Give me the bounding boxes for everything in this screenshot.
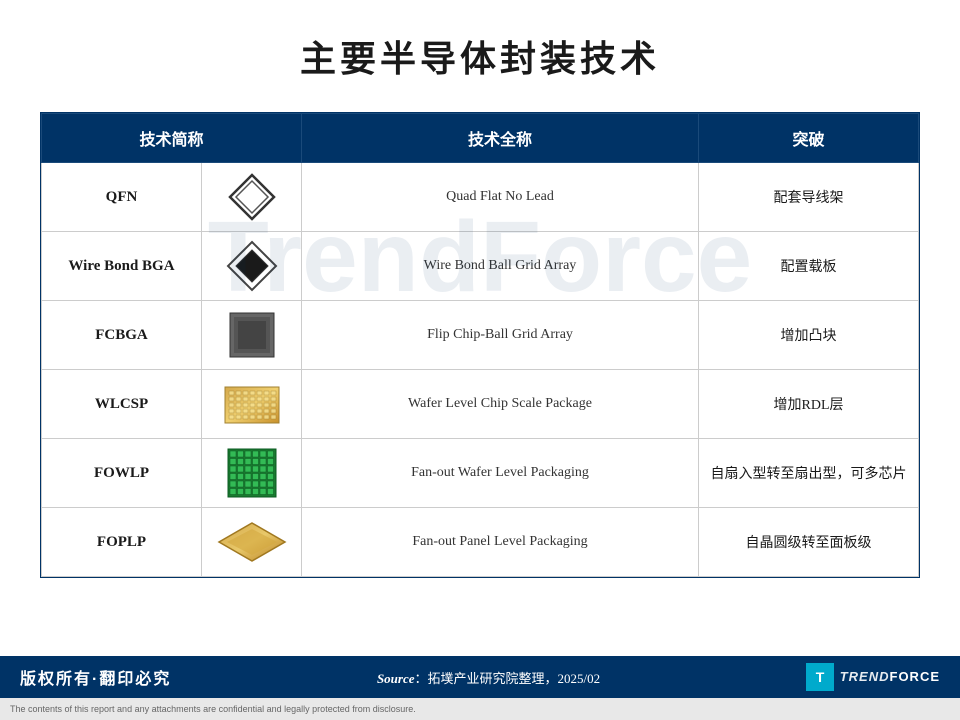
table-row: FOWLP Fan-out Wafer Level Packaging自扇入型转… <box>42 439 919 508</box>
disclaimer-text: The contents of this report and any atta… <box>10 704 416 714</box>
footer-copyright: 版权所有·翻印必究 <box>20 665 171 689</box>
footer-bar: 版权所有·翻印必究 Source：拓墣产业研究院整理，2025/02 T TRE… <box>0 656 960 698</box>
svg-text:T: T <box>815 669 824 685</box>
table-row: FCBGA Flip Chip-Ball Grid Array增加凸块 <box>42 301 919 370</box>
cell-fullname: Quad Flat No Lead <box>302 163 699 232</box>
cell-breakthrough: 增加凸块 <box>699 301 919 370</box>
cell-fullname: Wire Bond Ball Grid Array <box>302 232 699 301</box>
cell-abbr: FOPLP <box>42 508 202 577</box>
table-row: Wire Bond BGA Wire Bond Ball Grid Array配… <box>42 232 919 301</box>
cell-abbr: QFN <box>42 163 202 232</box>
cell-breakthrough: 自扇入型转至扇出型，可多芯片 <box>699 439 919 508</box>
header-fullname: 技术全称 <box>302 114 699 163</box>
cell-fullname: Fan-out Wafer Level Packaging <box>302 439 699 508</box>
cell-breakthrough: 配置载板 <box>699 232 919 301</box>
cell-icon <box>202 370 302 439</box>
cell-abbr: FCBGA <box>42 301 202 370</box>
cell-breakthrough: 自晶圆级转至面板级 <box>699 508 919 577</box>
cell-abbr: Wire Bond BGA <box>42 232 202 301</box>
cell-fullname: Wafer Level Chip Scale Package <box>302 370 699 439</box>
cell-breakthrough: 增加RDL层 <box>699 370 919 439</box>
disclaimer-bar: The contents of this report and any atta… <box>0 698 960 720</box>
cell-icon <box>202 163 302 232</box>
main-table-container: 技术简称 技术全称 突破 QFN Quad Flat No Lead配套导线架W… <box>40 112 920 578</box>
table-row: QFN Quad Flat No Lead配套导线架 <box>42 163 919 232</box>
table-header-row: 技术简称 技术全称 突破 <box>42 114 919 163</box>
header-breakthrough: 突破 <box>699 114 919 163</box>
title-area: 主要半导体封装技术 <box>0 0 960 102</box>
table-row: FOPLP Fan-out Panel Level Packaging自晶 <box>42 508 919 577</box>
table-row: WLCSP Wafer Level Chip Scale Package增 <box>42 370 919 439</box>
footer-source: Source：拓墣产业研究院整理，2025/02 <box>171 668 805 687</box>
logo-icon: T <box>806 663 834 691</box>
packaging-table: 技术简称 技术全称 突破 QFN Quad Flat No Lead配套导线架W… <box>41 113 919 577</box>
cell-abbr: WLCSP <box>42 370 202 439</box>
logo-text: TRENDFORCE <box>840 668 940 686</box>
cell-fullname: Fan-out Panel Level Packaging <box>302 508 699 577</box>
cell-icon <box>202 301 302 370</box>
cell-abbr: FOWLP <box>42 439 202 508</box>
header-abbr: 技术简称 <box>42 114 302 163</box>
cell-icon <box>202 439 302 508</box>
page-title: 主要半导体封装技术 <box>0 30 960 82</box>
trendforce-logo: T TRENDFORCE <box>806 663 940 691</box>
cell-icon <box>202 508 302 577</box>
cell-breakthrough: 配套导线架 <box>699 163 919 232</box>
cell-fullname: Flip Chip-Ball Grid Array <box>302 301 699 370</box>
cell-icon <box>202 232 302 301</box>
footer-logo: T TRENDFORCE <box>806 663 940 691</box>
